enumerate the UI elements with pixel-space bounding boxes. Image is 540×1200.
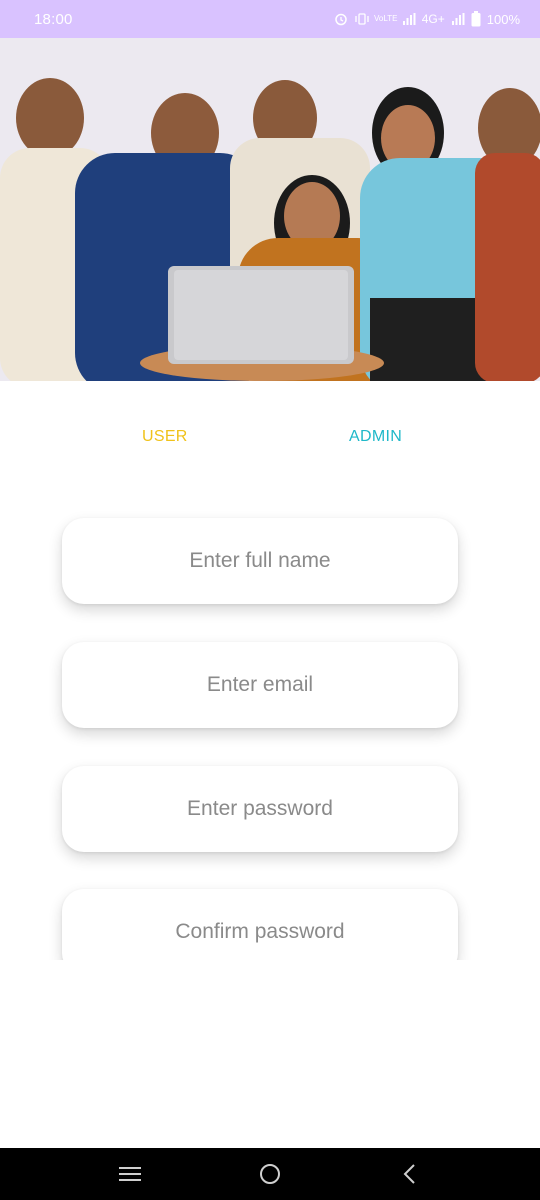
hero-image: [0, 38, 540, 381]
tab-user[interactable]: USER: [142, 420, 188, 454]
battery-icon: [471, 11, 481, 27]
email-field-container: [62, 642, 458, 728]
role-tabs: USER ADMIN: [0, 420, 540, 454]
vibrate-icon: [354, 12, 370, 26]
full-name-field-container: [62, 518, 458, 604]
network-type: 4G+: [421, 12, 445, 26]
email-input[interactable]: [62, 642, 458, 728]
volte-label: VoLTE: [374, 14, 398, 23]
back-icon[interactable]: [390, 1154, 430, 1194]
home-icon[interactable]: [250, 1154, 290, 1194]
alarm-icon: [334, 12, 348, 26]
signal-icon: [402, 12, 416, 26]
full-name-input[interactable]: [62, 518, 458, 604]
status-icons: VoLTE 4G+ 100%: [334, 11, 520, 27]
scroll-clip-area: [0, 960, 540, 1148]
menu-icon[interactable]: [110, 1154, 150, 1194]
battery-percent: 100%: [486, 11, 520, 27]
tab-admin[interactable]: ADMIN: [349, 420, 402, 454]
status-time: 18:00: [34, 10, 73, 28]
signup-screen: 18:00 VoLTE 4G+ 100% USER ADMIN Enter fu…: [0, 0, 540, 1200]
system-nav-bar: [0, 1148, 540, 1200]
signal-icon: [451, 12, 465, 26]
password-input[interactable]: [62, 766, 458, 852]
status-bar: 18:00 VoLTE 4G+ 100%: [0, 0, 540, 38]
password-field-container: [62, 766, 458, 852]
